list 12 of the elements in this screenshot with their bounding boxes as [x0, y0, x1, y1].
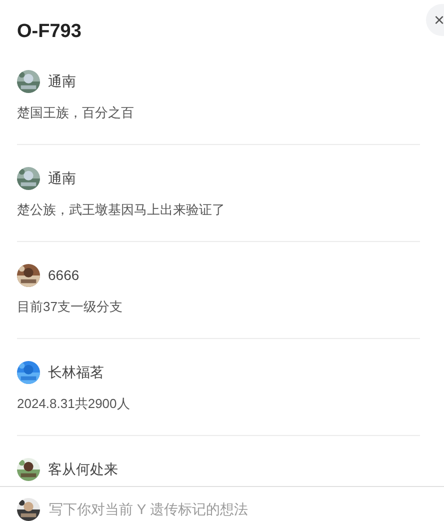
comment-text: 楚公族，武王墩基因马上出来验证了 — [17, 201, 226, 219]
comment-text: 目前37支一级分支 — [17, 298, 124, 316]
comment-text: 楚国王族，百分之百 — [17, 104, 135, 122]
title: O-F793 — [17, 20, 82, 44]
close-button[interactable]: × — [426, 4, 444, 36]
user-name[interactable]: 客从何处来 — [48, 459, 118, 480]
user-name[interactable]: 长林福茗 — [48, 362, 104, 383]
user-name[interactable]: 通南 — [48, 168, 76, 189]
comment-text: 2024.8.31共2900人 — [17, 395, 131, 413]
comment-field[interactable]: 写下你对当前 Y 遗传标记的想法 — [49, 498, 429, 520]
user-name[interactable]: 6666 — [48, 265, 80, 286]
user-name[interactable]: 通南 — [48, 71, 76, 92]
